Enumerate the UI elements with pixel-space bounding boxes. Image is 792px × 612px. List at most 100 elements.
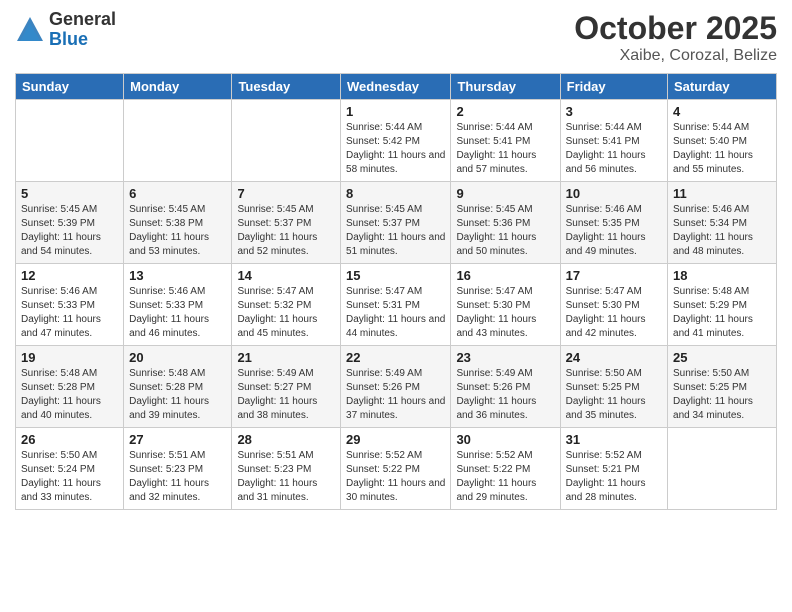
- day-info: Sunrise: 5:45 AM Sunset: 5:38 PM Dayligh…: [129, 203, 226, 259]
- day-info: Sunrise: 5:47 AM Sunset: 5:30 PM Dayligh…: [566, 285, 662, 341]
- day-number: 7: [237, 186, 335, 201]
- calendar-week-3: 12 Sunrise: 5:46 AM Sunset: 5:33 PM Dayli…: [16, 264, 777, 346]
- logo-text: General Blue: [49, 10, 116, 50]
- day-info: Sunrise: 5:46 AM Sunset: 5:34 PM Dayligh…: [673, 203, 771, 259]
- day-info: Sunrise: 5:52 AM Sunset: 5:21 PM Dayligh…: [566, 449, 662, 505]
- day-info: Sunrise: 5:50 AM Sunset: 5:24 PM Dayligh…: [21, 449, 118, 505]
- day-number: 20: [129, 350, 226, 365]
- day-info: Sunrise: 5:45 AM Sunset: 5:36 PM Dayligh…: [456, 203, 554, 259]
- day-number: 26: [21, 432, 118, 447]
- page: General Blue October 2025 Xaibe, Corozal…: [0, 0, 792, 612]
- table-row: 31 Sunrise: 5:52 AM Sunset: 5:21 PM Dayli…: [560, 428, 667, 510]
- day-number: 6: [129, 186, 226, 201]
- table-row: 6 Sunrise: 5:45 AM Sunset: 5:38 PM Daylig…: [124, 182, 232, 264]
- table-row: 5Sunrise: 5:45 AM Sunset: 5:39 PM Daylig…: [16, 182, 124, 264]
- table-row: 24 Sunrise: 5:50 AM Sunset: 5:25 PM Dayli…: [560, 346, 667, 428]
- table-row: 2 Sunrise: 5:44 AM Sunset: 5:41 PM Daylig…: [451, 100, 560, 182]
- table-row: 22Sunrise: 5:49 AM Sunset: 5:26 PM Dayli…: [341, 346, 451, 428]
- calendar-header-row: Sunday Monday Tuesday Wednesday Thursday…: [16, 74, 777, 100]
- table-row: 14Sunrise: 5:47 AM Sunset: 5:32 PM Dayli…: [232, 264, 341, 346]
- table-row: 13 Sunrise: 5:46 AM Sunset: 5:33 PM Dayli…: [124, 264, 232, 346]
- table-row: 7 Sunrise: 5:45 AM Sunset: 5:37 PM Daylig…: [232, 182, 341, 264]
- day-number: 8: [346, 186, 445, 201]
- calendar-week-5: 26 Sunrise: 5:50 AM Sunset: 5:24 PM Dayli…: [16, 428, 777, 510]
- day-info: Sunrise: 5:46 AM Sunset: 5:33 PM Dayligh…: [129, 285, 226, 341]
- day-info: Sunrise: 5:44 AM Sunset: 5:41 PM Dayligh…: [456, 121, 554, 177]
- day-info: Sunrise: 5:49 AM Sunset: 5:26 PM Dayligh…: [456, 367, 554, 423]
- subtitle: Xaibe, Corozal, Belize: [574, 47, 777, 65]
- header-tuesday: Tuesday: [232, 74, 341, 100]
- table-row: 20Sunrise: 5:48 AM Sunset: 5:28 PM Dayli…: [124, 346, 232, 428]
- day-number: 17: [566, 268, 662, 283]
- day-info: Sunrise: 5:45 AM Sunset: 5:37 PM Dayligh…: [237, 203, 335, 259]
- logo-icon: [15, 15, 45, 45]
- day-number: 31: [566, 432, 662, 447]
- day-info: Sunrise: 5:52 AM Sunset: 5:22 PM Dayligh…: [346, 449, 445, 505]
- day-number: 24: [566, 350, 662, 365]
- header-sunday: Sunday: [16, 74, 124, 100]
- calendar-table: Sunday Monday Tuesday Wednesday Thursday…: [15, 73, 777, 510]
- day-number: 28: [237, 432, 335, 447]
- table-row: 3 Sunrise: 5:44 AM Sunset: 5:41 PM Daylig…: [560, 100, 667, 182]
- table-row: 28Sunrise: 5:51 AM Sunset: 5:23 PM Dayli…: [232, 428, 341, 510]
- day-number: 10: [566, 186, 662, 201]
- day-info: Sunrise: 5:49 AM Sunset: 5:27 PM Dayligh…: [237, 367, 335, 423]
- day-number: 19: [21, 350, 118, 365]
- day-number: 12: [21, 268, 118, 283]
- header-saturday: Saturday: [668, 74, 777, 100]
- table-row: 17 Sunrise: 5:47 AM Sunset: 5:30 PM Dayli…: [560, 264, 667, 346]
- day-number: 5: [21, 186, 118, 201]
- day-number: 2: [456, 104, 554, 119]
- header-friday: Friday: [560, 74, 667, 100]
- calendar-week-1: 1 Sunrise: 5:44 AM Sunset: 5:42 PM Daylig…: [16, 100, 777, 182]
- calendar-week-2: 5Sunrise: 5:45 AM Sunset: 5:39 PM Daylig…: [16, 182, 777, 264]
- table-row: 12Sunrise: 5:46 AM Sunset: 5:33 PM Dayli…: [16, 264, 124, 346]
- day-number: 16: [456, 268, 554, 283]
- table-row: 29 Sunrise: 5:52 AM Sunset: 5:22 PM Dayli…: [341, 428, 451, 510]
- day-number: 9: [456, 186, 554, 201]
- day-number: 30: [456, 432, 554, 447]
- table-row: 1 Sunrise: 5:44 AM Sunset: 5:42 PM Daylig…: [341, 100, 451, 182]
- header-monday: Monday: [124, 74, 232, 100]
- day-number: 1: [346, 104, 445, 119]
- day-info: Sunrise: 5:49 AM Sunset: 5:26 PM Dayligh…: [346, 367, 445, 423]
- day-info: Sunrise: 5:50 AM Sunset: 5:25 PM Dayligh…: [566, 367, 662, 423]
- day-number: 29: [346, 432, 445, 447]
- table-row: 15 Sunrise: 5:47 AM Sunset: 5:31 PM Dayli…: [341, 264, 451, 346]
- header: General Blue October 2025 Xaibe, Corozal…: [15, 10, 777, 65]
- day-number: 13: [129, 268, 226, 283]
- day-info: Sunrise: 5:44 AM Sunset: 5:41 PM Dayligh…: [566, 121, 662, 177]
- header-wednesday: Wednesday: [341, 74, 451, 100]
- table-row: 11 Sunrise: 5:46 AM Sunset: 5:34 PM Dayli…: [668, 182, 777, 264]
- day-number: 25: [673, 350, 771, 365]
- day-number: 11: [673, 186, 771, 201]
- day-info: Sunrise: 5:45 AM Sunset: 5:37 PM Dayligh…: [346, 203, 445, 259]
- day-number: 18: [673, 268, 771, 283]
- day-info: Sunrise: 5:50 AM Sunset: 5:25 PM Dayligh…: [673, 367, 771, 423]
- table-row: 26 Sunrise: 5:50 AM Sunset: 5:24 PM Dayli…: [16, 428, 124, 510]
- table-row: 30 Sunrise: 5:52 AM Sunset: 5:22 PM Dayli…: [451, 428, 560, 510]
- day-number: 3: [566, 104, 662, 119]
- day-info: Sunrise: 5:48 AM Sunset: 5:29 PM Dayligh…: [673, 285, 771, 341]
- day-info: Sunrise: 5:52 AM Sunset: 5:22 PM Dayligh…: [456, 449, 554, 505]
- table-row: [668, 428, 777, 510]
- table-row: [124, 100, 232, 182]
- day-info: Sunrise: 5:47 AM Sunset: 5:30 PM Dayligh…: [456, 285, 554, 341]
- table-row: 8 Sunrise: 5:45 AM Sunset: 5:37 PM Daylig…: [341, 182, 451, 264]
- day-number: 15: [346, 268, 445, 283]
- title-block: October 2025 Xaibe, Corozal, Belize: [574, 10, 777, 65]
- day-info: Sunrise: 5:47 AM Sunset: 5:31 PM Dayligh…: [346, 285, 445, 341]
- table-row: 27 Sunrise: 5:51 AM Sunset: 5:23 PM Dayli…: [124, 428, 232, 510]
- day-info: Sunrise: 5:51 AM Sunset: 5:23 PM Dayligh…: [129, 449, 226, 505]
- day-number: 27: [129, 432, 226, 447]
- table-row: 10Sunrise: 5:46 AM Sunset: 5:35 PM Dayli…: [560, 182, 667, 264]
- day-number: 21: [237, 350, 335, 365]
- day-number: 14: [237, 268, 335, 283]
- day-info: Sunrise: 5:44 AM Sunset: 5:42 PM Dayligh…: [346, 121, 445, 177]
- day-number: 4: [673, 104, 771, 119]
- logo-blue: Blue: [49, 30, 116, 50]
- table-row: 21 Sunrise: 5:49 AM Sunset: 5:27 PM Dayli…: [232, 346, 341, 428]
- day-number: 23: [456, 350, 554, 365]
- main-title: October 2025: [574, 10, 777, 47]
- table-row: 18 Sunrise: 5:48 AM Sunset: 5:29 PM Dayli…: [668, 264, 777, 346]
